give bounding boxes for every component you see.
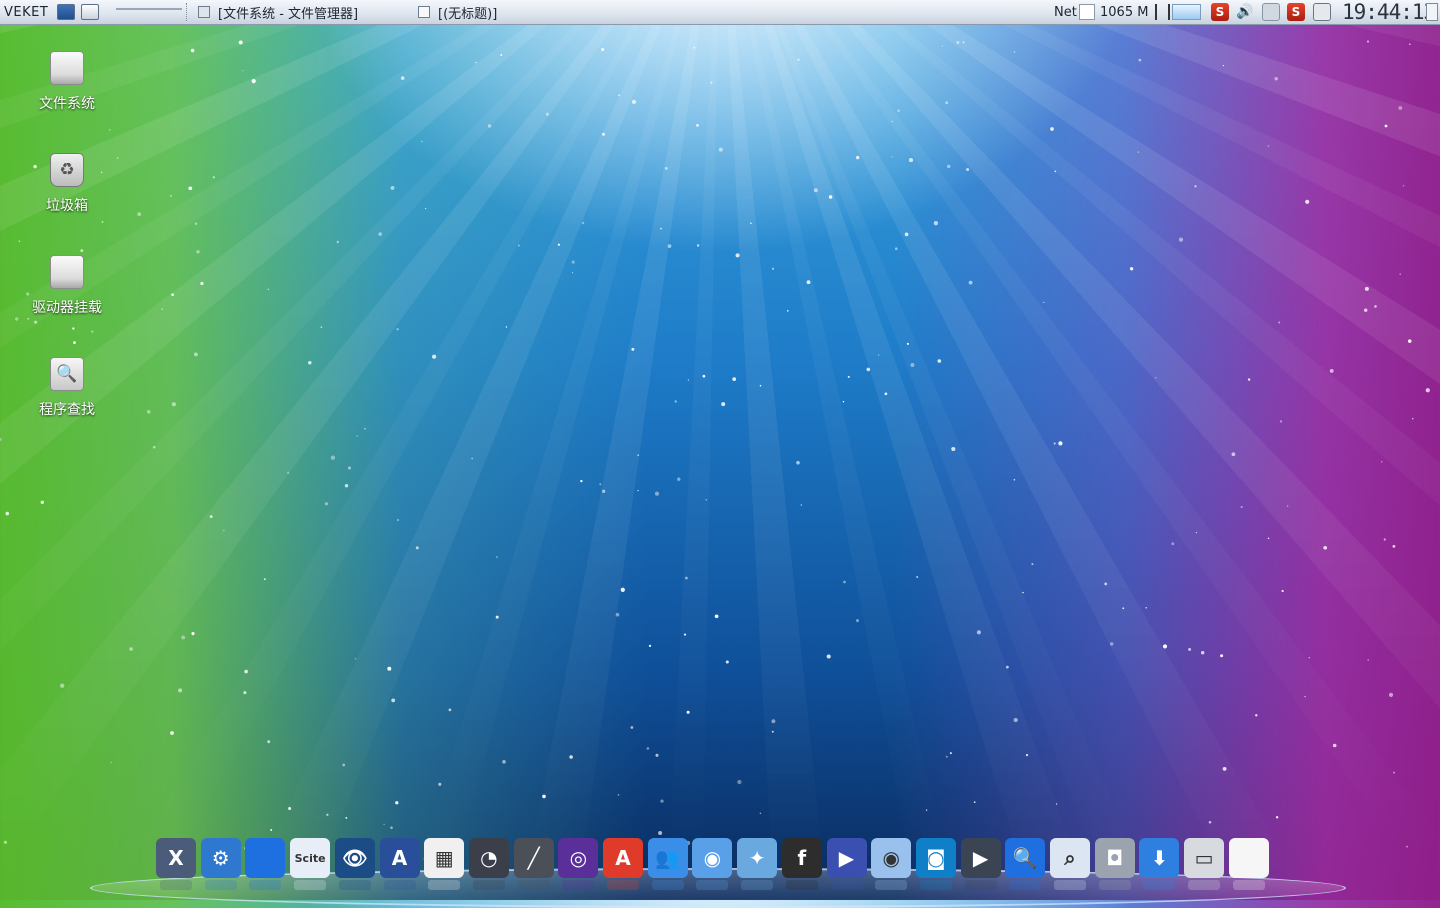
desktop-icon-label: 程序查找 bbox=[39, 402, 95, 418]
workspace-1[interactable] bbox=[116, 8, 133, 10]
gear-icon[interactable]: ⚙ bbox=[200, 838, 241, 890]
vector-draw-icon[interactable]: A bbox=[379, 838, 420, 890]
workspace-4[interactable] bbox=[165, 8, 182, 10]
desktop-icon-filesystem[interactable]: 文件系统 bbox=[12, 51, 122, 113]
x-launcher-icon[interactable]: X bbox=[156, 838, 196, 890]
compass-icon[interactable]: ✦ bbox=[737, 838, 778, 890]
update-tray-icon[interactable]: S bbox=[1211, 3, 1229, 21]
net-monitor[interactable]: Net bbox=[1054, 0, 1095, 24]
desktop-icon-label: 驱动器挂载 bbox=[32, 300, 102, 316]
desktop-icon-drive-mount[interactable]: 驱动器挂载 bbox=[12, 255, 122, 317]
messenger-icon[interactable]: 👥 bbox=[647, 838, 688, 890]
keyboard-icon[interactable] bbox=[1262, 3, 1280, 21]
taskbar-item-label: [(无标题)] bbox=[438, 6, 498, 22]
download-icon[interactable]: ⬇ bbox=[1139, 838, 1180, 890]
eye-icon[interactable]: 👁 bbox=[334, 838, 375, 890]
search-icon[interactable]: ⌕ bbox=[1050, 838, 1090, 890]
cpu-graph bbox=[1172, 4, 1201, 20]
flash-icon[interactable]: f bbox=[781, 838, 822, 890]
taskbar-item-file-manager[interactable]: [文件系统 - 文件管理器] bbox=[198, 0, 358, 24]
panel-clock[interactable]: 19:44:13 bbox=[1342, 0, 1436, 24]
desktop-icon-program-search[interactable]: 🔍 程序查找 bbox=[12, 357, 122, 419]
window-switch-icon[interactable] bbox=[1313, 3, 1331, 21]
camera-icon[interactable]: ◙ bbox=[915, 838, 956, 890]
video-icon[interactable]: ▶ bbox=[960, 838, 1001, 890]
brush-icon[interactable]: ╱ bbox=[513, 838, 554, 890]
chrome-icon[interactable]: ◉ bbox=[692, 838, 733, 890]
disc-icon[interactable]: ◉ bbox=[871, 838, 912, 890]
wallpaper-rays bbox=[0, 0, 1440, 900]
memory-monitor[interactable]: 1065 M bbox=[1100, 0, 1148, 24]
media-player-icon[interactable]: ▶ bbox=[826, 838, 867, 890]
volume-icon[interactable]: 🔊 bbox=[1236, 3, 1254, 21]
scite-editor-icon[interactable]: Scite bbox=[290, 838, 331, 890]
application-dock: X ⚙ Scite 👁 A ▦ ◔ ╱ ◎ A 👥 ◉ ✦ f ▶ ◉ ◙ ▶ 🔍 ⌕ ◘ ⬇ ▭ bbox=[156, 838, 1286, 890]
show-desktop-button[interactable] bbox=[1426, 3, 1438, 21]
hard-drive-icon[interactable]: ▭ bbox=[1184, 838, 1225, 890]
desktop-icon-label: 垃圾箱 bbox=[46, 198, 88, 214]
planet-icon[interactable]: ◎ bbox=[558, 838, 599, 890]
quicklaunch-desktop-icon[interactable] bbox=[57, 4, 75, 20]
file-manager-icon bbox=[198, 6, 210, 18]
top-panel: VEKET [文件系统 - 文件管理器] [(无标题)] Net 1065 M … bbox=[0, 0, 1440, 25]
text-editor-icon bbox=[418, 6, 430, 18]
cpu-bars-icon bbox=[1155, 4, 1171, 20]
taskbar-item-label: [文件系统 - 文件管理器] bbox=[218, 6, 359, 22]
trash-icon: ♻ bbox=[50, 153, 84, 187]
pdf-reader-icon[interactable]: A bbox=[603, 838, 643, 890]
workspace-2[interactable] bbox=[132, 8, 149, 10]
net-label: Net bbox=[1054, 4, 1077, 20]
search-icon: 🔍 bbox=[50, 357, 84, 391]
drive-icon bbox=[50, 255, 84, 289]
taskbar-item-untitled[interactable]: [(无标题)] bbox=[418, 0, 497, 24]
drive-icon bbox=[50, 51, 84, 85]
net-activity-icon bbox=[1078, 4, 1095, 20]
monitor-icon[interactable] bbox=[245, 838, 286, 890]
cpu-monitor[interactable] bbox=[1155, 4, 1201, 20]
start-menu-button[interactable]: VEKET bbox=[4, 0, 48, 24]
desktop-icon-trash[interactable]: ♻ 垃圾箱 bbox=[12, 153, 122, 215]
input-method-icon[interactable]: S bbox=[1287, 3, 1305, 21]
magnifier-icon[interactable]: 🔍 bbox=[1005, 838, 1046, 890]
workspace-3[interactable] bbox=[149, 8, 166, 10]
quicklaunch-terminal-icon[interactable] bbox=[81, 4, 99, 20]
workspace-pager[interactable] bbox=[116, 3, 182, 15]
panel-separator bbox=[186, 3, 190, 21]
desktop-icon-label: 文件系统 bbox=[39, 96, 95, 112]
wallpaper-stars bbox=[0, 40, 1430, 860]
spreadsheet-icon[interactable]: ▦ bbox=[424, 838, 465, 890]
gauge-icon[interactable]: ◔ bbox=[468, 838, 509, 890]
blank-window-icon[interactable] bbox=[1228, 838, 1269, 890]
photo-camera-icon[interactable]: ◘ bbox=[1094, 838, 1135, 890]
